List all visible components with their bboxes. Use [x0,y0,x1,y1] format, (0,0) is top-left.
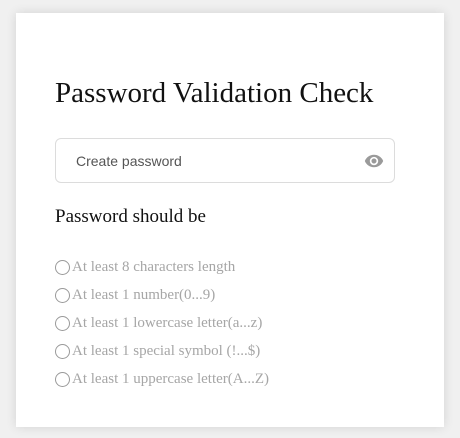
password-card: Password Validation Check Password shoul… [16,13,444,427]
circle-icon [55,315,70,331]
requirement-item: At least 1 special symbol (!...$) [55,337,269,365]
page-title: Password Validation Check [55,77,374,109]
requirement-label: At least 1 uppercase letter(A...Z) [72,370,269,387]
circle-icon [55,343,70,359]
requirement-item: At least 1 lowercase letter(a...z) [55,309,269,337]
requirement-label: At least 1 number(0...9) [72,286,216,303]
circle-icon [55,371,70,387]
requirements-heading: Password should be [55,206,206,227]
requirement-item: At least 1 number(0...9) [55,281,269,309]
password-field [55,138,395,183]
requirements-list: At least 8 characters length At least 1 … [55,253,269,393]
circle-icon [55,259,70,275]
circle-icon [55,287,70,303]
requirement-item: At least 1 uppercase letter(A...Z) [55,365,269,393]
requirement-label: At least 8 characters length [72,258,236,275]
eye-icon[interactable] [364,151,384,171]
requirement-item: At least 8 characters length [55,253,269,281]
requirement-label: At least 1 lowercase letter(a...z) [72,314,263,331]
requirement-label: At least 1 special symbol (!...$) [72,342,261,359]
password-input[interactable] [56,139,356,182]
